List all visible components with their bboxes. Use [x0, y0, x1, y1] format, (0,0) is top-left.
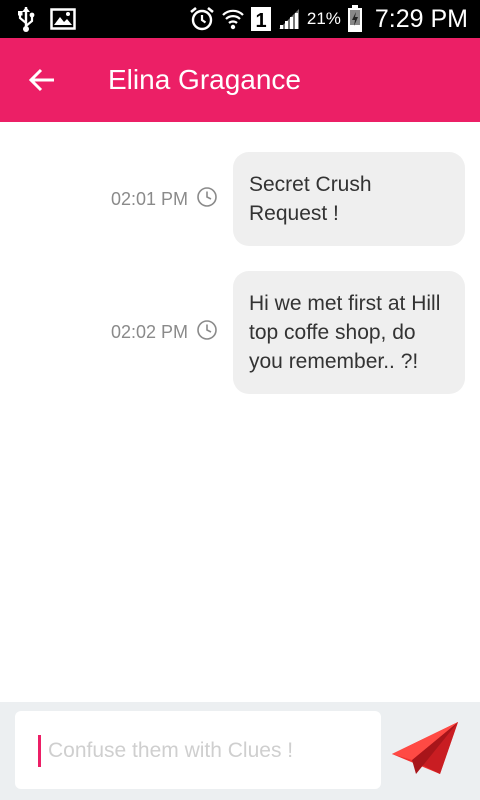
message-bubble[interactable]: Hi we met first at Hill top coffe shop, … [233, 271, 465, 394]
composer-bar [0, 702, 480, 800]
battery-icon [347, 5, 363, 33]
status-bar: 1 21% 7:29 PM [0, 0, 480, 38]
app-bar: Elina Gragance [0, 38, 480, 122]
signal-icon [277, 7, 301, 31]
battery-percent: 21% [306, 9, 341, 28]
message-bubble[interactable]: Secret Crush Request ! [233, 152, 465, 246]
alarm-icon [189, 6, 215, 32]
message-list[interactable]: 02:01 PM Secret Crush Request ! 02:02 PM… [0, 122, 480, 702]
message-meta: 02:02 PM [111, 319, 218, 346]
text-cursor [38, 735, 41, 767]
message-row: 02:02 PM Hi we met first at Hill top cof… [111, 271, 465, 394]
message-input-container[interactable] [15, 711, 381, 789]
clock-icon [196, 186, 218, 213]
message-input[interactable] [48, 731, 368, 771]
contact-name: Elina Gragance [108, 64, 302, 95]
message-row: 02:01 PM Secret Crush Request ! [111, 152, 465, 246]
usb-icon [16, 6, 36, 32]
arrow-left-icon [28, 68, 54, 92]
status-time: 7:29 PM [374, 4, 468, 33]
message-time: 02:02 PM [110, 322, 188, 342]
svg-text:1: 1 [255, 10, 266, 32]
message-time: 02:01 PM [110, 188, 188, 209]
send-button[interactable] [390, 720, 462, 780]
sim-icon: 1 [250, 6, 271, 32]
wifi-icon [221, 6, 245, 32]
paper-plane-icon [392, 722, 458, 774]
message-meta: 02:01 PM [111, 186, 218, 213]
image-icon [50, 8, 76, 30]
back-button[interactable] [22, 60, 62, 100]
clock-icon [196, 319, 218, 346]
